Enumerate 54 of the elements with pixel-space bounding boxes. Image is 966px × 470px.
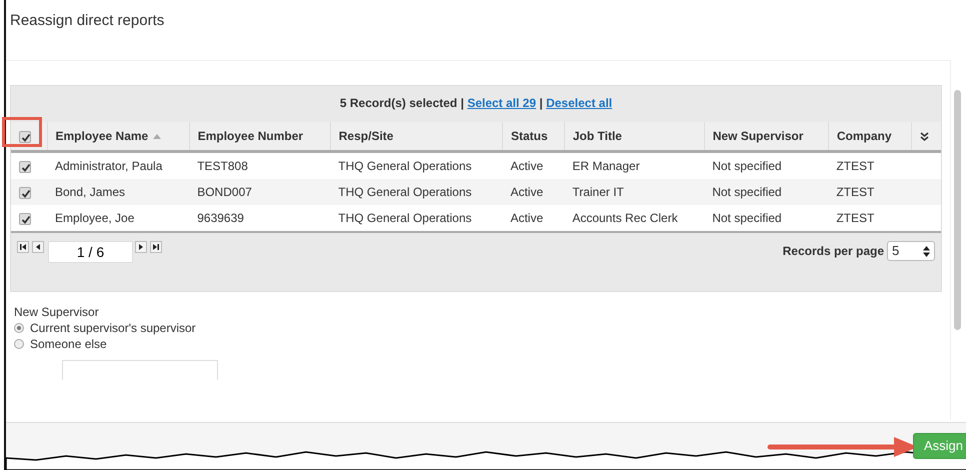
table-cell: Not specified [704,152,828,179]
radio-button[interactable] [14,323,24,333]
checkbox[interactable] [19,130,31,143]
table-cell: TEST808 [189,152,330,179]
records-per-page-select[interactable]: 5 [887,241,935,261]
select-all-link[interactable]: Select all 29 [467,96,536,110]
first-page-icon [19,243,27,251]
table-cell: Active [502,179,564,205]
next-page-button[interactable] [135,241,147,253]
column-header[interactable]: Resp/Site [338,129,394,143]
last-page-icon [152,243,160,251]
dialog-title: Reassign direct reports [10,12,164,29]
scrollbar[interactable] [950,60,964,420]
records-per-page-label: Records per page [782,243,884,260]
selection-count: 5 Record(s) selected [340,96,458,110]
table-cell: ZTEST [828,179,911,205]
last-page-button[interactable] [150,241,162,253]
up-down-arrows-icon [923,246,930,256]
table-cell: Employee, Joe [47,205,190,232]
section-label: New Supervisor [14,304,100,320]
table-cell: THQ General Operations [330,179,502,205]
table-cell: Active [502,152,564,179]
table-cell: Administrator, Paula [47,152,190,179]
table-cell: ZTEST [828,205,911,232]
table-cell: Not specified [704,205,828,232]
checkbox[interactable] [19,160,31,173]
supervisor-field[interactable] [62,360,218,380]
radio-button[interactable] [14,339,24,349]
next-page-icon [137,243,145,251]
radio-label: Someone else [30,337,107,351]
table-cell: Accounts Rec Clerk [564,205,704,232]
checkbox[interactable] [19,186,31,199]
table-cell: Active [502,205,564,232]
deselect-all-link[interactable]: Deselect all [546,96,612,110]
table-cell: Not specified [704,179,828,205]
page-field[interactable]: 1 / 6 [48,241,133,263]
table-cell: ER Manager [564,152,704,179]
separator: | [539,96,543,110]
table-cell: THQ General Operations [330,205,502,232]
checkbox[interactable] [19,212,31,225]
highlight-box [2,117,42,147]
radio-label: Current supervisor's supervisor [30,321,196,335]
expand-columns-icon[interactable] [920,132,928,142]
table-cell: THQ General Operations [330,152,502,179]
first-page-button[interactable] [17,241,29,253]
previous-page-icon [34,243,42,251]
previous-page-button[interactable] [32,241,44,253]
table-cell: Bond, James [47,179,190,205]
table-cell: 9639639 [189,205,330,232]
table-cell: Trainer IT [564,179,704,205]
column-header[interactable]: Job Title [572,129,622,143]
table-cell: ZTEST [828,152,911,179]
table-cell: BOND007 [189,179,330,205]
separator: | [460,96,464,110]
